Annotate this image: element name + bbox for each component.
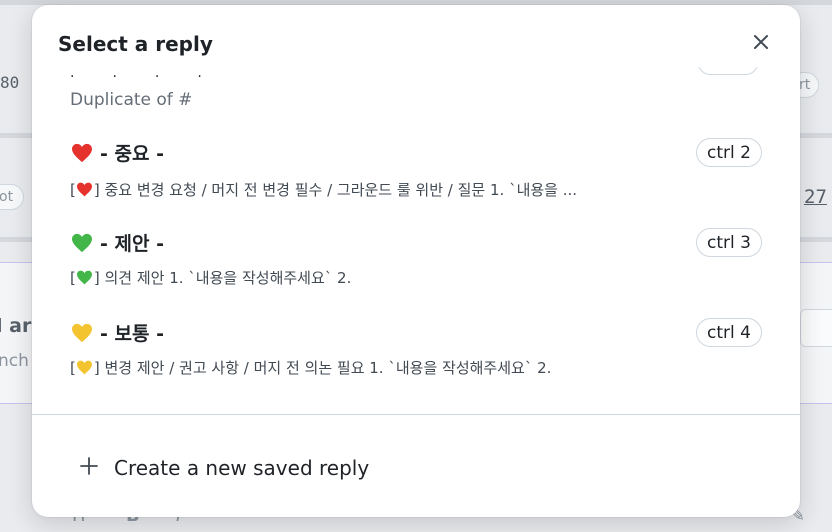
create-saved-reply-label: Create a new saved reply	[114, 456, 370, 480]
saved-reply-item[interactable]: - 중요 - ctrl 2 [ ] 중요 변경 요청 / 머지 전 변경 필수 …	[32, 129, 800, 217]
saved-replies-dialog: Select a reply ···· Duplicate of # - 중요 …	[32, 5, 800, 517]
close-button[interactable]	[744, 27, 778, 61]
dialog-header: Select a reply	[32, 5, 800, 67]
shortcut-badge: ctrl 3	[696, 228, 762, 257]
green-heart-icon	[76, 270, 94, 286]
reply-preview-text: Duplicate of #	[70, 90, 193, 110]
shortcut-badge: ctrl 2	[696, 138, 762, 167]
dialog-title: Select a reply	[58, 32, 213, 56]
green-heart-icon	[70, 232, 94, 254]
reply-title-text: - 중요 -	[100, 143, 164, 165]
create-saved-reply-button[interactable]: Create a new saved reply	[78, 455, 369, 481]
plus-icon	[78, 455, 100, 481]
red-heart-icon	[76, 182, 94, 198]
reply-preview-text: ] 중요 변경 요청 / 머지 전 변경 필수 / 그라운드 룰 위반 / 질문…	[93, 181, 578, 199]
clipped-reply-item[interactable]: ····	[70, 67, 760, 77]
clipped-text: ····	[70, 69, 240, 77]
reply-preview: [ ] 의견 제안 1. `내용을 작성해주세요` 2.	[70, 267, 710, 288]
background-link-number: 27	[804, 186, 827, 208]
reply-title: - 제안 -	[70, 229, 164, 256]
saved-replies-list: ···· Duplicate of # - 중요 - ctrl 2 [ ] 중요…	[32, 67, 800, 415]
reply-preview: [ ] 변경 제안 / 권고 사항 / 머지 전 의논 필요 1. `내용을 작…	[70, 357, 710, 378]
reply-title-text: - 보통 -	[100, 323, 164, 345]
reply-preview: [ ] 중요 변경 요청 / 머지 전 변경 필수 / 그라운드 룰 위반 / …	[70, 179, 710, 200]
close-icon	[751, 32, 771, 56]
background-label-pill: ot	[0, 184, 25, 210]
reply-title-text: - 제안 -	[100, 233, 164, 255]
yellow-heart-icon	[76, 360, 94, 376]
background-heading-fragment: l ar	[0, 315, 32, 337]
saved-reply-item[interactable]: - 보통 - ctrl 4 [ ] 변경 제안 / 권고 사항 / 머지 전 의…	[32, 309, 800, 397]
reply-preview-text: ] 의견 제안 1. `내용을 작성해주세요` 2.	[93, 269, 352, 287]
red-heart-icon	[70, 142, 94, 164]
reply-title: - 보통 -	[70, 319, 164, 346]
background-number: 80	[0, 73, 20, 92]
saved-reply-item[interactable]: - 제안 - ctrl 3 [ ] 의견 제안 1. `내용을 작성해주세요` …	[32, 219, 800, 307]
clipped-shortcut-badge	[698, 67, 758, 75]
yellow-heart-icon	[70, 322, 94, 344]
reply-title: - 중요 -	[70, 139, 164, 166]
background-text-fragment: nch	[0, 351, 29, 371]
background-input	[800, 309, 832, 347]
shortcut-badge: ctrl 4	[696, 318, 762, 347]
dialog-footer: Create a new saved reply	[32, 415, 800, 517]
reply-preview-text: ] 변경 제안 / 권고 사항 / 머지 전 의논 필요 1. `내용을 작성해…	[93, 359, 552, 377]
